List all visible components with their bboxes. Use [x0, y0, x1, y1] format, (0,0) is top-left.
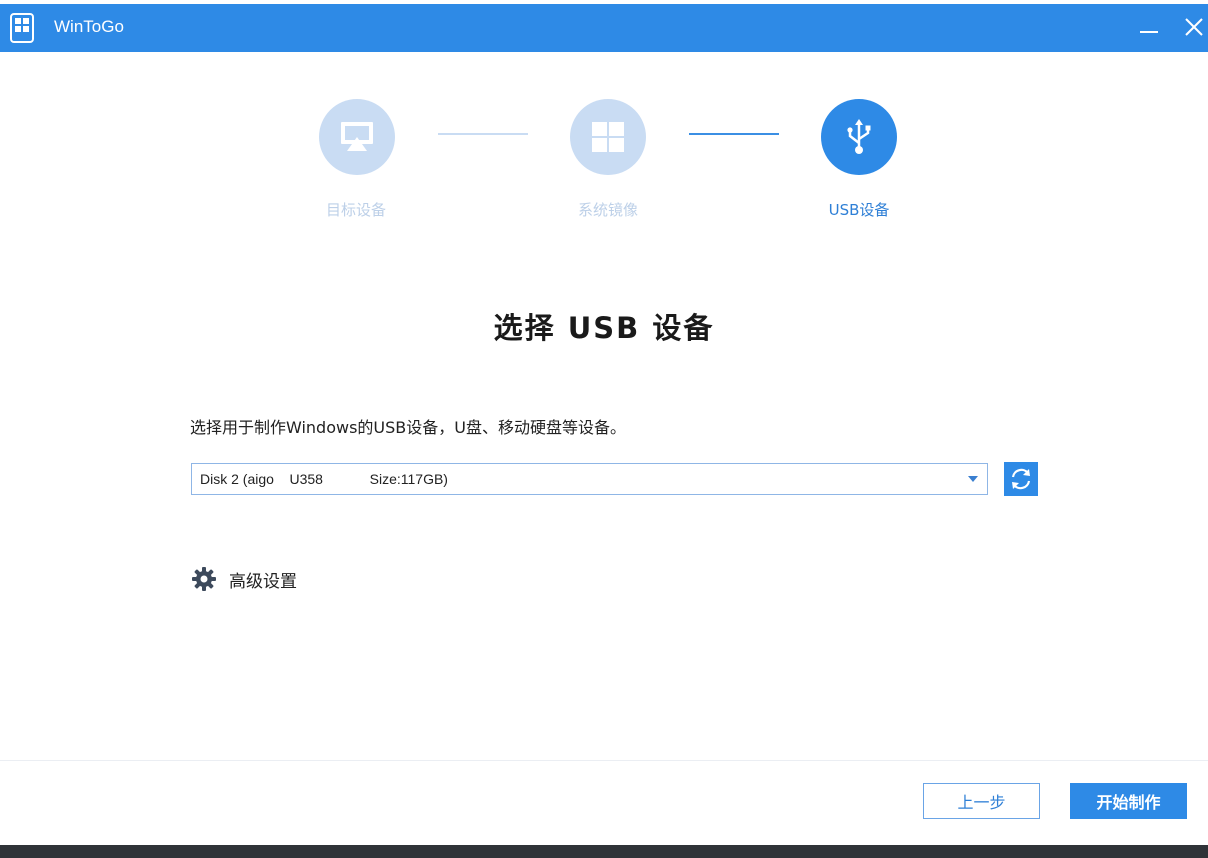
minimize-icon[interactable] — [1138, 16, 1160, 38]
footer-divider — [0, 760, 1208, 761]
refresh-devices-button[interactable] — [1004, 462, 1038, 496]
advanced-settings-label: 高级设置 — [229, 571, 297, 592]
usb-device-select[interactable]: Disk 2 (aigo U358 Size:117GB) — [191, 463, 988, 495]
display-icon — [341, 122, 373, 151]
close-icon[interactable] — [1183, 16, 1205, 38]
previous-step-button[interactable]: 上一步 — [923, 783, 1040, 819]
chevron-down-icon[interactable] — [968, 476, 978, 482]
refresh-icon — [1011, 468, 1031, 490]
step-2-label: 系统镜像 — [577, 201, 638, 219]
step-indicator: 目标设备 系统镜像 USB设备 — [0, 95, 1208, 225]
step-connector-1 — [438, 133, 528, 135]
page-title: 选择 USB 设备 — [493, 311, 715, 345]
start-create-button[interactable]: 开始制作 — [1070, 783, 1187, 819]
instruction-text: 选择用于制作Windows的USB设备，U盘、移动硬盘等设备。 — [190, 418, 626, 437]
advanced-settings-toggle[interactable]: 高级设置 — [191, 565, 297, 593]
wintogo-window: WinToGo 目标设备 系统镜像 USB设备 选择 USB 设备 选择用于制作… — [0, 0, 1208, 845]
step-1-label: 目标设备 — [325, 201, 386, 219]
app-logo-icon — [10, 13, 34, 43]
step-2-circle — [570, 99, 646, 175]
step-1-circle — [319, 99, 395, 175]
windows-icon — [592, 122, 624, 152]
step-3-circle — [821, 99, 897, 175]
step-3-label: USB设备 — [828, 201, 890, 219]
step-connector-2 — [689, 133, 779, 135]
usb-device-selected-value: Disk 2 (aigo U358 Size:117GB) — [200, 471, 448, 487]
usb-icon — [847, 119, 871, 154]
title-bar: WinToGo — [0, 4, 1208, 52]
gear-icon — [192, 567, 216, 591]
window-title: WinToGo — [54, 17, 124, 36]
desktop-background-strip — [0, 845, 1208, 858]
